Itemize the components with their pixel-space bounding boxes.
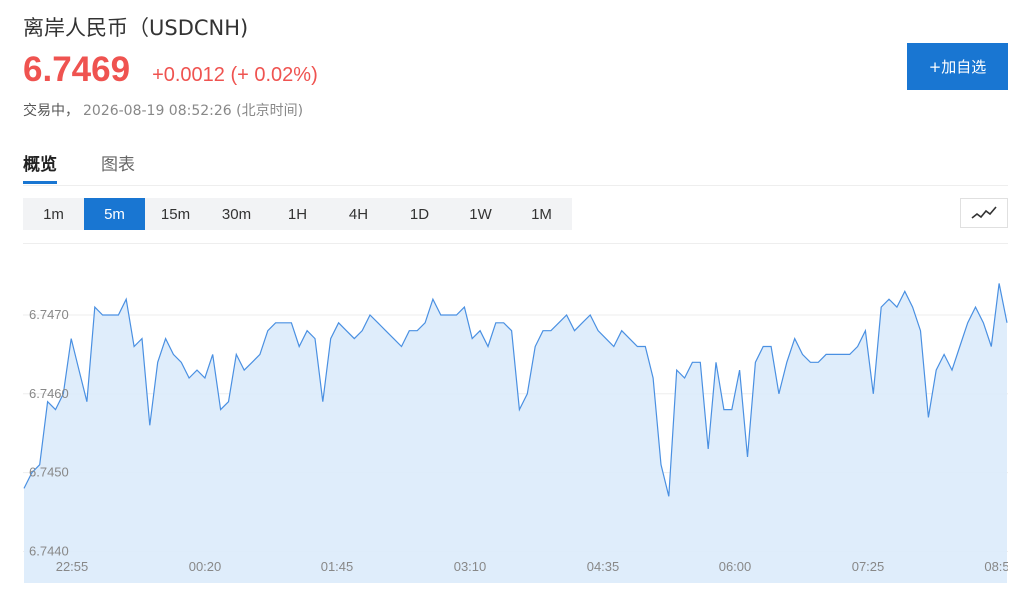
- page-title: 离岸人民币（USDCNH): [23, 16, 249, 40]
- trading-status: 交易中， 2026-08-19 08:52:26 (北京时间): [23, 100, 303, 120]
- price-change: +0.0012 (+ 0.02%): [152, 64, 318, 86]
- x-tick-label: 03:10: [454, 559, 487, 574]
- price-chart-svg: 6.7440 6.7450 6.7460 6.7470 22:55 00:20 01:45 0…: [23, 283, 1010, 583]
- tab-chart[interactable]: 图表: [101, 148, 135, 184]
- status-label: 交易中，: [23, 103, 79, 119]
- price-chart[interactable]: 6.7440 6.7450 6.7460 6.7470 22:55 00:20 01:45 0…: [23, 243, 1010, 583]
- x-tick-label: 00:20: [189, 559, 222, 574]
- x-tick-label: 07:25: [852, 559, 885, 574]
- interval-5m[interactable]: 5m: [84, 198, 145, 230]
- y-tick-label: 6.7470: [29, 307, 69, 322]
- current-price: 6.7469: [23, 50, 131, 89]
- interval-1m[interactable]: 1m: [23, 198, 84, 230]
- price-row: 6.7469 +0.0012 (+ 0.02%): [23, 50, 318, 90]
- interval-selector: 1m 5m 15m 30m 1H 4H 1D 1W 1M: [23, 198, 572, 230]
- x-tick-label: 08:5: [984, 559, 1008, 574]
- y-tick-label: 6.7440: [29, 543, 69, 558]
- tab-overview[interactable]: 概览: [23, 148, 57, 184]
- line-chart-icon: [971, 206, 997, 219]
- x-tick-label: 22:55: [56, 559, 89, 574]
- y-tick-label: 6.7460: [29, 386, 69, 401]
- interval-1h[interactable]: 1H: [267, 198, 328, 230]
- interval-1mo[interactable]: 1M: [511, 198, 572, 230]
- timestamp: 2026-08-19 08:52:26 (北京时间): [83, 103, 304, 119]
- x-tick-label: 06:00: [719, 559, 752, 574]
- x-tick-label: 04:35: [587, 559, 620, 574]
- interval-15m[interactable]: 15m: [145, 198, 206, 230]
- tab-bar: 概览 图表: [23, 148, 1008, 186]
- y-tick-label: 6.7450: [29, 465, 69, 480]
- chart-type-button[interactable]: [960, 198, 1008, 228]
- interval-30m[interactable]: 30m: [206, 198, 267, 230]
- x-tick-label: 01:45: [321, 559, 354, 574]
- price-area-fill: [24, 283, 1007, 583]
- interval-1w[interactable]: 1W: [450, 198, 511, 230]
- interval-4h[interactable]: 4H: [328, 198, 389, 230]
- add-to-watchlist-button[interactable]: +加自选: [907, 43, 1008, 90]
- interval-1d[interactable]: 1D: [389, 198, 450, 230]
